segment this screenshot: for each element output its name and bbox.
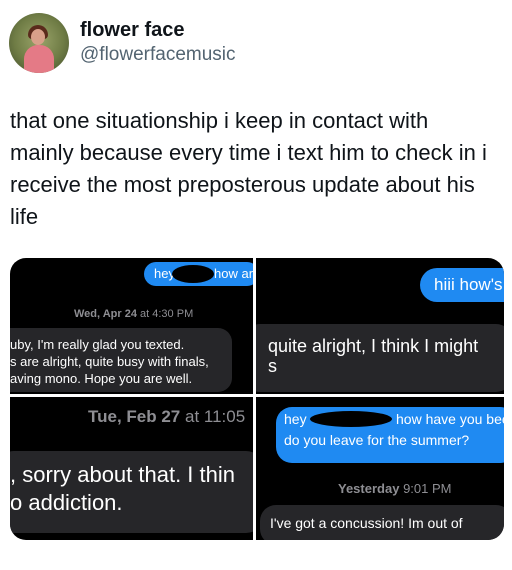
sent-message-bubble: hey how are [144,262,253,286]
avatar-face [31,29,45,45]
message-timestamp: Yesterday 9:01 PM [338,481,451,496]
avatar[interactable] [9,13,69,73]
received-message-line: o addiction. [10,490,123,515]
tweet-text: that one situationship i keep in contact… [10,105,502,233]
timestamp-time: at 11:05 [185,407,246,426]
tweet-line: life [10,204,39,229]
tweet-line: receive the most preposterous update abo… [10,172,475,197]
sent-message-bubble: hiii how's [420,268,504,302]
timestamp-day: Wed, Apr 24 [74,308,137,320]
message-timestamp: Wed, Apr 24 at 4:30 PM [74,308,193,320]
received-message-bubble: quite alright, I think I might s [256,324,504,392]
sent-message-text: hey [284,411,307,427]
received-message-text: I've got a concussion! Im out of [270,515,463,531]
user-handle[interactable]: @flowerfacemusic [80,44,236,66]
redaction-scribble [310,411,392,427]
received-message-line: s are alright, quite busy with finals, [10,354,209,369]
media-collage[interactable]: hey how are Wed, Apr 24 at 4:30 PM uby, … [10,258,504,540]
message-timestamp: Tue, Feb 27 at 11:05 [88,407,245,427]
sent-message-bubble: hey how have you been do you leave for t… [276,407,504,463]
screenshot-panel-3[interactable]: Tue, Feb 27 at 11:05 , sorry about that.… [10,397,253,540]
received-message-bubble: , sorry about that. I thin o addiction. [10,451,253,533]
display-name[interactable]: flower face [80,19,184,42]
tweet-line: that one situationship i keep in contact… [10,108,429,133]
received-message-line: uby, I'm really glad you texted. [10,337,185,352]
received-message-bubble: uby, I'm really glad you texted. s are a… [10,328,232,392]
sent-message-text: do you leave for the summer? [284,432,470,448]
screenshot-panel-4[interactable]: hey how have you been do you leave for t… [256,397,504,540]
sent-message-text: how are [214,266,253,281]
timestamp-time: 9:01 PM [403,481,452,496]
screenshot-panel-2[interactable]: hiii how's quite alright, I think I migh… [256,258,504,394]
screenshot-panel-1[interactable]: hey how are Wed, Apr 24 at 4:30 PM uby, … [10,258,253,394]
tweet-line: mainly because every time i text him to … [10,140,487,165]
received-message-line: , sorry about that. I thin [10,462,236,487]
avatar-body [24,45,54,73]
timestamp-day: Yesterday [338,481,400,496]
timestamp-time: at 4:30 PM [140,308,194,320]
sent-message-text: how have you been [396,411,504,427]
redaction-scribble [172,265,214,283]
received-message-line: aving mono. Hope you are well. [10,371,193,386]
received-message-bubble: I've got a concussion! Im out of [260,505,504,540]
received-message-line: quite alright, I think I might [268,336,479,356]
sent-message-text: hiii how's [434,275,503,294]
timestamp-day: Tue, Feb 27 [88,407,181,426]
received-message-line: s [268,356,277,376]
